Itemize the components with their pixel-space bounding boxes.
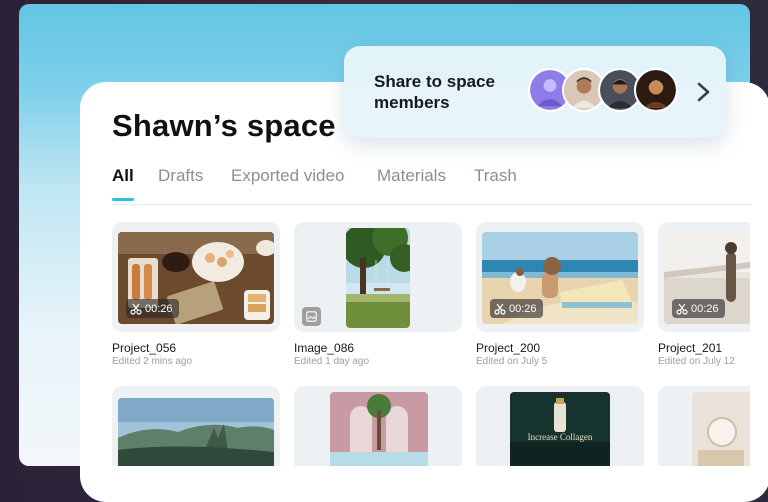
project-edited-time: Edited 2 mins ago: [112, 356, 193, 367]
thumbnail-caption: Increase Collagen: [527, 432, 593, 442]
project-thumbnail: [692, 392, 750, 466]
tabs-divider: [112, 204, 752, 205]
project-thumbnail: 00:26: [664, 232, 750, 324]
duration-badge: 00:26: [490, 299, 543, 318]
scissors-icon: [676, 303, 688, 315]
tab-drafts[interactable]: Drafts: [158, 166, 203, 186]
project-card[interactable]: Increase Collagen: [476, 386, 644, 466]
project-name[interactable]: Project_200: [476, 341, 540, 355]
project-card[interactable]: [658, 386, 750, 466]
project-name[interactable]: Project_056: [112, 341, 176, 355]
project-thumbnail: [346, 228, 410, 328]
tab-all[interactable]: All: [112, 166, 134, 186]
tab-exported-video[interactable]: Exported video: [231, 166, 344, 186]
share-label: Share to space members: [374, 72, 495, 112]
project-card[interactable]: [294, 386, 462, 466]
project-card[interactable]: 00:26: [476, 222, 644, 332]
project-thumbnail: [330, 392, 428, 466]
project-edited-time: Edited on July 5: [476, 356, 548, 367]
project-name[interactable]: Image_086: [294, 341, 354, 355]
share-to-members-card[interactable]: Share to space members: [344, 46, 726, 138]
scissors-icon: [494, 303, 506, 315]
member-avatar-4[interactable]: [634, 68, 678, 112]
tab-materials[interactable]: Materials: [377, 166, 446, 186]
project-card[interactable]: [294, 222, 462, 332]
project-card[interactable]: 00:26: [658, 222, 750, 332]
project-thumbnail: 00:26: [482, 232, 638, 324]
project-thumbnail: 00:26: [118, 232, 274, 324]
chevron-right-icon[interactable]: [693, 81, 713, 103]
duration-text: 00:26: [509, 302, 537, 315]
duration-badge: 00:26: [126, 299, 179, 318]
page-title: Shawn’s space: [112, 108, 336, 143]
scissors-icon: [130, 303, 142, 315]
image-badge: [302, 307, 321, 326]
project-thumbnail: Increase Collagen: [510, 392, 610, 466]
project-card[interactable]: 00:26: [112, 222, 280, 332]
duration-text: 00:26: [691, 302, 719, 315]
project-edited-time: Edited 1 day ago: [294, 356, 370, 367]
active-tab-indicator: [112, 198, 134, 201]
image-icon: [306, 311, 317, 322]
project-edited-time: Edited on July 12: [658, 356, 735, 367]
project-thumbnail: [118, 398, 274, 466]
duration-text: 00:26: [145, 302, 173, 315]
duration-badge: 00:26: [672, 299, 725, 318]
project-name[interactable]: Project_201: [658, 341, 722, 355]
project-card[interactable]: [112, 386, 280, 466]
tab-trash[interactable]: Trash: [474, 166, 517, 186]
